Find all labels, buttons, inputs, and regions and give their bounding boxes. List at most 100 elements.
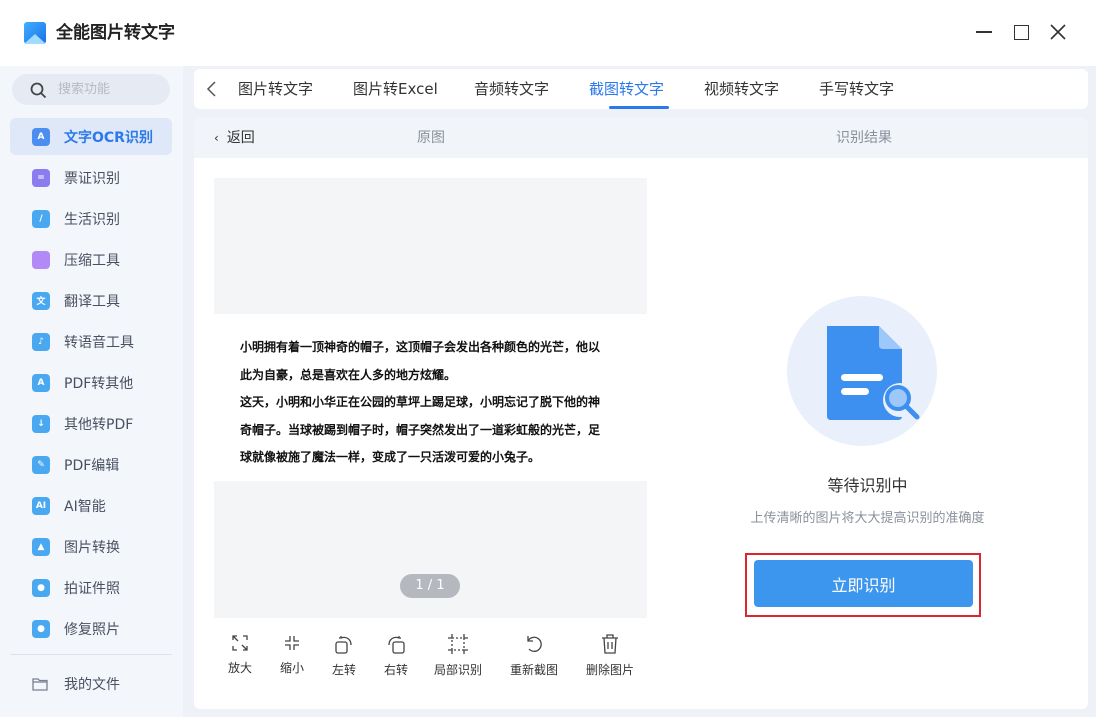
rotate-right-button[interactable]: 右转	[384, 633, 408, 678]
recapture-button[interactable]: 重新截图	[510, 633, 558, 678]
app-logo-icon	[24, 22, 46, 44]
tab-video-to-text[interactable]: 视频转文字	[704, 80, 779, 98]
sidebar-item-label: 翻译工具	[64, 293, 120, 310]
sidebar-item-8[interactable]: ✎ PDF编辑	[10, 446, 172, 483]
minimize-button[interactable]	[972, 20, 996, 44]
zoom-in-icon	[232, 635, 248, 651]
sidebar-item-label: 图片转换	[64, 539, 120, 556]
recapture-label: 重新截图	[510, 663, 559, 677]
page-indicator: 1 / 1	[400, 574, 460, 598]
sidebar-item-4[interactable]: 文翻译工具	[10, 282, 172, 319]
preview-text-line: 此为自豪，总是喜欢在人多的地方炫耀。	[240, 367, 457, 382]
tab-image-to-text[interactable]: 图片转文字	[238, 80, 313, 98]
active-tab-indicator	[609, 106, 669, 109]
tab-scroll-left-button[interactable]	[202, 79, 222, 99]
rotate-right-icon	[388, 636, 405, 654]
sidebar-item-label: 修复照片	[64, 621, 120, 638]
preview-text-line: 球就像被施了魔法一样，变成了一只活泼可爱的小兔子。	[240, 450, 541, 464]
delete-image-button[interactable]: 删除图片	[586, 633, 634, 678]
workspace-panel: ‹ 返回 原图 识别结果 小明拥有着一顶神奇的帽子，这顶帽子会发出各种颜色的光芒…	[194, 118, 1088, 709]
chevron-left-icon: ‹	[214, 131, 219, 145]
repair-photo-icon: ●	[32, 619, 50, 638]
zoom-out-button[interactable]: 缩小	[280, 633, 304, 676]
sidebar-item-label: PDF编辑	[64, 457, 120, 474]
chevron-left-icon	[206, 81, 216, 97]
translate-icon: 文	[32, 291, 50, 310]
sidebar-item-7[interactable]: ↓ 其他转PDF	[10, 405, 172, 442]
search-input[interactable]	[58, 82, 158, 97]
rotate-right-label: 右转	[384, 663, 409, 677]
maximize-button[interactable]	[1009, 20, 1033, 44]
to-pdf-icon: ↓	[32, 414, 50, 433]
sidebar-item-6[interactable]: A PDF转其他	[10, 364, 172, 401]
sidebar-item-my-files[interactable]: 我的文件	[10, 666, 172, 702]
voice-icon: ♪	[32, 332, 50, 351]
sidebar-divider	[10, 654, 172, 655]
document-search-icon	[827, 326, 920, 420]
partial-recognize-button[interactable]: 局部识别	[434, 633, 482, 678]
document-search-illustration	[787, 296, 937, 446]
pdf-edit-icon: ✎	[32, 455, 50, 474]
preview-text-line: 奇帽子。当球被踢到帽子时，帽子突然发出了一道彩虹般的光芒，足	[240, 422, 601, 437]
tab-audio-to-text[interactable]: 音频转文字	[474, 80, 549, 98]
sidebar-item-5[interactable]: ♪ 转语音工具	[10, 323, 172, 360]
ticket-icon: =	[32, 168, 50, 187]
sidebar-item-label: 压缩工具	[64, 252, 120, 269]
app-title: 全能图片转文字	[56, 23, 175, 43]
rotate-left-button[interactable]: 左转	[332, 633, 356, 678]
minimize-icon	[976, 31, 992, 33]
tab-image-to-excel[interactable]: 图片转Excel	[353, 80, 438, 98]
sidebar-item-label: 转语音工具	[64, 334, 134, 351]
sidebar-item-2[interactable]: / 生活识别	[10, 200, 172, 237]
zoom-out-label: 缩小	[280, 661, 305, 675]
search-icon	[30, 82, 47, 98]
ai-icon: AI	[32, 496, 50, 515]
life-icon: /	[32, 209, 50, 228]
id-photo-icon: ●	[32, 578, 50, 597]
sidebar-item-9[interactable]: AI AI智能	[10, 487, 172, 524]
zoom-out-icon	[285, 636, 299, 650]
result-status: 等待识别中	[827, 476, 908, 495]
preview-text-line: 小明拥有着一顶神奇的帽子，这顶帽子会发出各种颜色的光芒，他以	[240, 340, 601, 354]
close-button[interactable]	[1046, 20, 1070, 44]
maximize-icon	[1013, 24, 1029, 40]
sidebar-item-label: 其他转PDF	[64, 416, 134, 433]
panel-header: ‹ 返回 原图 识别结果	[194, 118, 1088, 158]
recognize-now-button[interactable]: 立即识别	[754, 560, 973, 607]
sidebar-item-label: 文字OCR识别	[64, 129, 153, 146]
sidebar-item-1[interactable]: = 票证识别	[10, 159, 172, 196]
back-button[interactable]: ‹ 返回	[214, 130, 255, 146]
tab-handwriting-to-text[interactable]: 手写转文字	[819, 80, 894, 98]
crop-icon	[448, 634, 468, 654]
tab-bar: 图片转文字 图片转Excel 音频转文字 截图转文字 视频转文字 手写转文字	[194, 69, 1088, 109]
sidebar-item-label: 拍证件照	[64, 580, 120, 597]
sidebar-item-11[interactable]: ● 拍证件照	[10, 569, 172, 606]
sidebar-item-0[interactable]: A 文字OCR识别	[10, 118, 172, 155]
search-box[interactable]	[12, 74, 170, 105]
zoom-in-label: 放大	[228, 661, 253, 675]
delete-image-label: 删除图片	[586, 663, 635, 677]
folder-icon	[32, 678, 48, 691]
sidebar-item-10[interactable]: ▲ 图片转换	[10, 528, 172, 565]
image-toolbar: 放大 缩小 左转 右转 局部识别 重新截图 删除图片	[214, 633, 647, 693]
compress-icon	[32, 250, 50, 269]
sidebar-item-12[interactable]: ● 修复照片	[10, 610, 172, 647]
image-preview: 小明拥有着一顶神奇的帽子，这顶帽子会发出各种颜色的光芒，他以 此为自豪，总是喜欢…	[214, 178, 647, 618]
original-column-title: 原图	[417, 130, 445, 146]
my-files-label: 我的文件	[64, 677, 120, 693]
sidebar-item-label: 生活识别	[64, 211, 120, 228]
zoom-in-button[interactable]: 放大	[228, 633, 252, 676]
result-hint: 上传清晰的图片将大大提高识别的准确度	[750, 511, 985, 526]
close-icon	[1050, 24, 1066, 40]
main-area: 图片转文字 图片转Excel 音频转文字 截图转文字 视频转文字 手写转文字 ‹…	[183, 66, 1096, 717]
trash-icon	[602, 634, 618, 654]
sidebar-item-3[interactable]: 压缩工具	[10, 241, 172, 278]
tab-screenshot-to-text[interactable]: 截图转文字	[589, 80, 664, 98]
ocr-icon: A	[32, 127, 50, 146]
rotate-left-label: 左转	[332, 663, 357, 677]
title-bar: 全能图片转文字	[0, 0, 1096, 66]
sidebar-item-label: AI智能	[64, 498, 106, 515]
pdf-convert-icon: A	[32, 373, 50, 392]
image-convert-icon: ▲	[32, 537, 50, 556]
preview-text-line: 这天，小明和小华正在公园的草坪上踢足球，小明忘记了脱下他的神	[240, 395, 601, 409]
